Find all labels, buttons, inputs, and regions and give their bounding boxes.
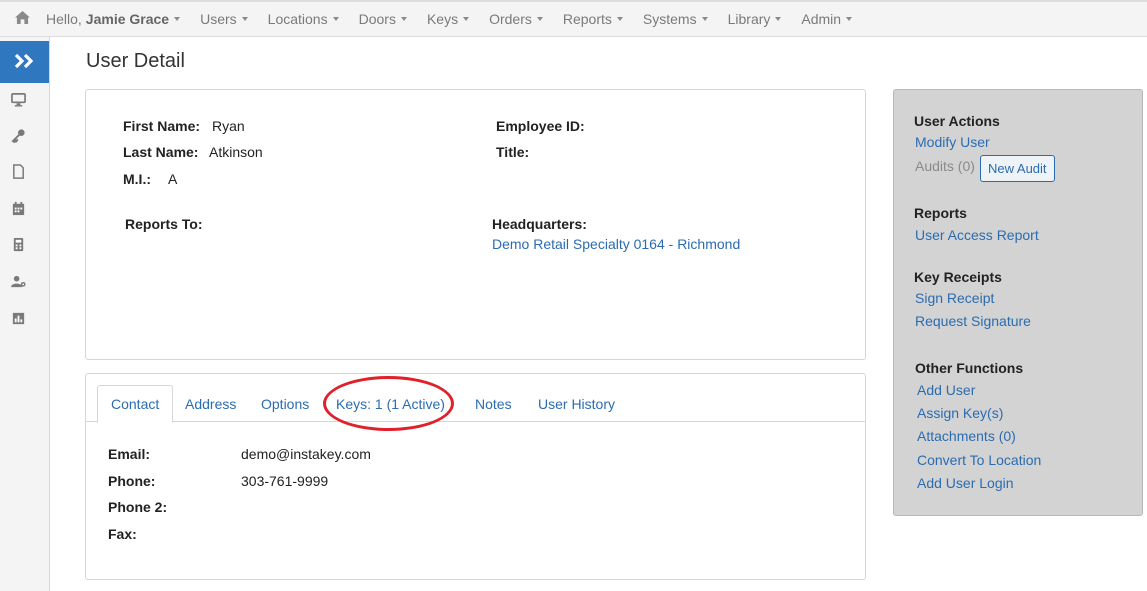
tab-address[interactable]: Address — [172, 385, 249, 422]
calendar-icon — [11, 201, 26, 219]
headquarters-link[interactable]: Demo Retail Specialty 0164 - Richmond — [492, 236, 740, 252]
convert-to-location-link[interactable]: Convert To Location — [917, 452, 1041, 468]
nav-systems[interactable]: Systems — [633, 2, 718, 37]
user-access-report-link[interactable]: User Access Report — [915, 227, 1039, 243]
mi-label: M.I.: — [123, 171, 151, 187]
double-chevron-right-icon — [14, 53, 36, 72]
reports-heading: Reports — [914, 205, 967, 221]
key-receipts-heading: Key Receipts — [914, 269, 1002, 285]
hello-text: Hello, — [46, 11, 82, 27]
nav-admin-label: Admin — [801, 11, 842, 27]
phone2-label: Phone 2: — [108, 499, 168, 515]
nav-library-label: Library — [727, 11, 771, 27]
page-title: User Detail — [86, 50, 185, 72]
key-icon — [10, 128, 26, 146]
caret-down-icon — [332, 17, 339, 21]
nav-keys[interactable]: Keys — [417, 2, 479, 37]
headquarters-label: Headquarters: — [492, 216, 587, 232]
tab-keys[interactable]: Keys: 1 (1 Active) — [323, 385, 458, 422]
tab-options[interactable]: Options — [248, 385, 322, 422]
sidebar-toggle-button[interactable] — [0, 41, 49, 83]
add-user-link[interactable]: Add User — [917, 382, 975, 398]
nav-locations-label: Locations — [267, 11, 328, 27]
user-detail-card: First Name: Ryan Last Name: Atkinson M.I… — [85, 89, 866, 360]
sidebar-item-documents[interactable] — [10, 164, 26, 182]
caret-down-icon — [174, 17, 181, 21]
sidebar-item-calendar[interactable] — [10, 201, 26, 219]
sidebar — [0, 37, 50, 591]
nav-admin[interactable]: Admin — [791, 2, 862, 37]
modify-user-link[interactable]: Modify User — [915, 134, 990, 150]
attachments-link[interactable]: Attachments (0) — [917, 428, 1016, 444]
sidebar-item-user-settings[interactable] — [10, 275, 26, 291]
document-icon — [11, 164, 26, 182]
caret-down-icon — [775, 17, 782, 21]
caret-down-icon — [536, 17, 543, 21]
nav-library[interactable]: Library — [718, 2, 792, 37]
user-name: Jamie Grace — [85, 11, 170, 27]
nav-users-label: Users — [200, 11, 237, 27]
monitor-icon — [10, 92, 26, 110]
nav-doors-label: Doors — [358, 11, 396, 27]
employee-id-label: Employee ID: — [496, 118, 585, 134]
sidebar-item-keys[interactable] — [10, 129, 26, 145]
sidebar-item-monitor[interactable] — [10, 93, 26, 109]
nav-users[interactable]: Users — [190, 2, 258, 37]
user-gear-icon — [10, 274, 26, 292]
email-label: Email: — [108, 446, 151, 462]
nav-reports[interactable]: Reports — [553, 2, 633, 37]
nav-doors[interactable]: Doors — [349, 2, 417, 37]
nav-locations[interactable]: Locations — [258, 2, 349, 37]
sidebar-item-calculator[interactable] — [10, 237, 26, 255]
add-user-login-link[interactable]: Add User Login — [917, 475, 1014, 491]
actions-panel: User Actions Modify User Audits (0) New … — [893, 89, 1143, 516]
sidebar-item-reports[interactable] — [10, 312, 26, 328]
nav-orders[interactable]: Orders — [479, 2, 553, 37]
phone-label: Phone: — [108, 473, 156, 489]
caret-down-icon — [616, 17, 623, 21]
first-name-value: Ryan — [212, 118, 245, 134]
tab-contact[interactable]: Contact — [97, 385, 174, 423]
audits-label: Audits (0) — [915, 158, 975, 174]
new-audit-button[interactable]: New Audit — [980, 155, 1055, 182]
nav-systems-label: Systems — [642, 11, 697, 27]
caret-down-icon — [463, 17, 470, 21]
request-signature-link[interactable]: Request Signature — [915, 313, 1031, 329]
top-navbar: Hello, Jamie Grace Users Locations Doors… — [0, 0, 1147, 37]
sign-receipt-link[interactable]: Sign Receipt — [915, 290, 994, 306]
assign-keys-link[interactable]: Assign Key(s) — [917, 405, 1003, 421]
calculator-icon — [11, 237, 26, 255]
tab-bar: Contact Address Options Keys: 1 (1 Activ… — [86, 374, 865, 423]
title-label: Title: — [496, 144, 530, 160]
mi-value: A — [168, 171, 178, 187]
user-actions-heading: User Actions — [914, 113, 1000, 129]
caret-down-icon — [400, 17, 407, 21]
caret-down-icon — [846, 17, 853, 21]
phone-value: 303-761-9999 — [241, 473, 329, 489]
nav-reports-label: Reports — [562, 11, 612, 27]
last-name-label: Last Name: — [123, 144, 199, 160]
nav-keys-label: Keys — [426, 11, 459, 27]
first-name-label: First Name: — [123, 118, 201, 134]
last-name-value: Atkinson — [209, 144, 263, 160]
tab-user-history[interactable]: User History — [525, 385, 628, 422]
bar-chart-icon — [11, 311, 26, 329]
caret-down-icon — [241, 17, 248, 21]
home-icon — [15, 11, 30, 27]
nav-orders-label: Orders — [489, 11, 532, 27]
user-menu[interactable]: Hello, Jamie Grace — [30, 2, 190, 37]
user-tabs-card: Contact Address Options Keys: 1 (1 Activ… — [85, 373, 866, 580]
tab-notes[interactable]: Notes — [462, 385, 525, 422]
reports-to-label: Reports To: — [125, 216, 203, 232]
caret-down-icon — [701, 17, 708, 21]
other-functions-heading: Other Functions — [915, 360, 1024, 376]
home-button[interactable] — [0, 2, 30, 37]
email-value: demo@instakey.com — [241, 446, 371, 462]
fax-label: Fax: — [108, 526, 137, 542]
